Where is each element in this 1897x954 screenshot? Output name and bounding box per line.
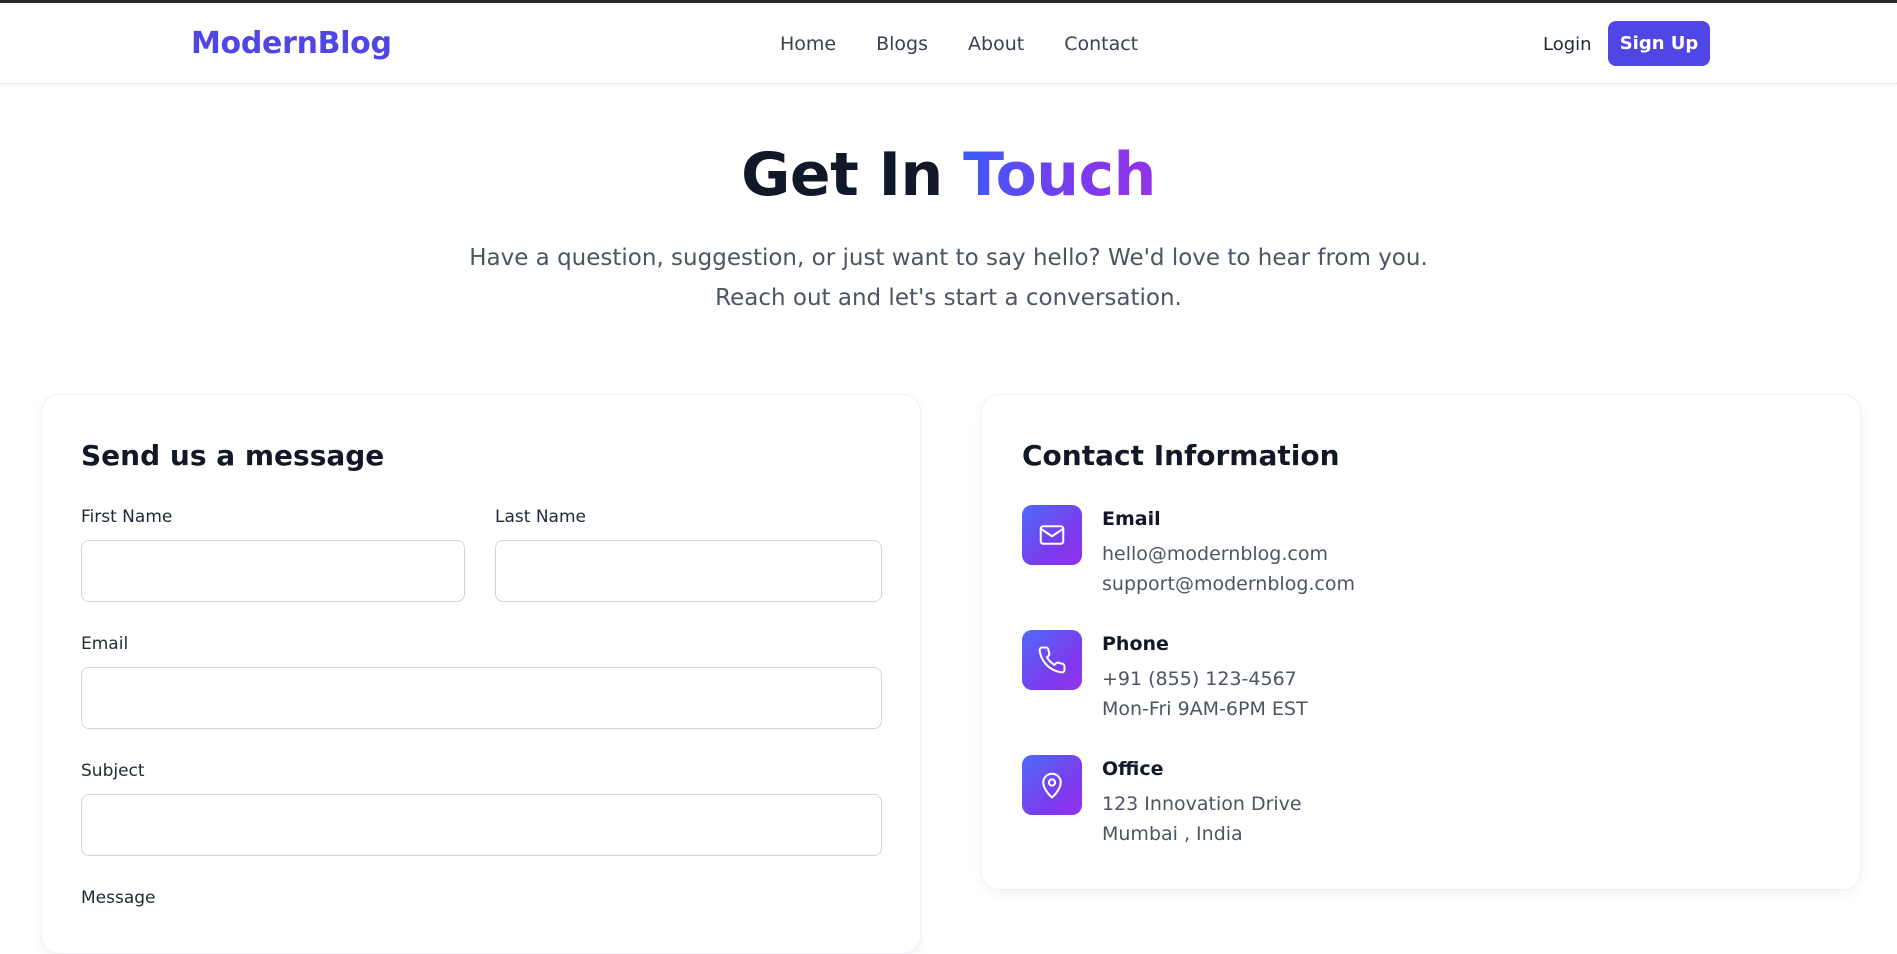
- contact-item-value: hello@modernblog.com: [1102, 543, 1328, 565]
- contact-item-office: Office 123 Innovation Drive Mumbai , Ind…: [1022, 755, 1622, 865]
- nav-link-about[interactable]: About: [968, 33, 1024, 55]
- contact-info-card: Contact Information Email hello@modernbl…: [981, 394, 1861, 890]
- page-title-main: Get In: [741, 140, 943, 210]
- email-input[interactable]: [81, 667, 882, 729]
- nav-link-home[interactable]: Home: [780, 33, 836, 55]
- nav-link-contact[interactable]: Contact: [1064, 33, 1138, 55]
- subject-label: Subject: [81, 761, 145, 781]
- page-subtitle: Have a question, suggestion, or just wan…: [0, 238, 1897, 318]
- sign-up-button[interactable]: Sign Up: [1608, 21, 1710, 66]
- page-subtitle-line-1: Have a question, suggestion, or just wan…: [469, 245, 1428, 271]
- contact-item-heading: Phone: [1102, 633, 1169, 655]
- login-link[interactable]: Login: [1543, 34, 1592, 55]
- last-name-input[interactable]: [495, 540, 882, 602]
- contact-item-value: support@modernblog.com: [1102, 573, 1355, 595]
- message-label: Message: [81, 888, 156, 908]
- contact-item-phone: Phone +91 (855) 123-4567 Mon-Fri 9AM-6PM…: [1022, 630, 1622, 740]
- navbar: ModernBlog Home Blogs About Contact Logi…: [0, 3, 1897, 84]
- contact-item-heading: Email: [1102, 508, 1161, 530]
- contact-item-value: Mon-Fri 9AM-6PM EST: [1102, 698, 1308, 720]
- first-name-input[interactable]: [81, 540, 465, 602]
- contact-item-value: 123 Innovation Drive: [1102, 793, 1302, 815]
- map-pin-icon: [1022, 755, 1082, 815]
- contact-item-value: +91 (855) 123-4567: [1102, 668, 1297, 690]
- last-name-label: Last Name: [495, 507, 586, 527]
- contact-form-card: Send us a message First Name Last Name E…: [41, 394, 921, 954]
- form-title: Send us a message: [81, 439, 385, 472]
- nav-link-blogs[interactable]: Blogs: [876, 33, 928, 55]
- contact-item-heading: Office: [1102, 758, 1164, 780]
- contact-item-value: Mumbai , India: [1102, 823, 1243, 845]
- phone-icon: [1022, 630, 1082, 690]
- email-label: Email: [81, 634, 129, 654]
- site-logo[interactable]: ModernBlog: [191, 26, 392, 61]
- subject-input[interactable]: [81, 794, 882, 856]
- page-subtitle-line-2: Reach out and let's start a conversation…: [715, 285, 1182, 311]
- contact-info-title: Contact Information: [1022, 439, 1340, 472]
- contact-item-email: Email hello@modernblog.com support@moder…: [1022, 505, 1622, 615]
- mail-icon: [1022, 505, 1082, 565]
- first-name-label: First Name: [81, 507, 173, 527]
- main-nav: Home Blogs About Contact: [780, 33, 1178, 55]
- page-title-accent: Touch: [963, 140, 1156, 210]
- page-title: Get In Touch: [0, 140, 1897, 210]
